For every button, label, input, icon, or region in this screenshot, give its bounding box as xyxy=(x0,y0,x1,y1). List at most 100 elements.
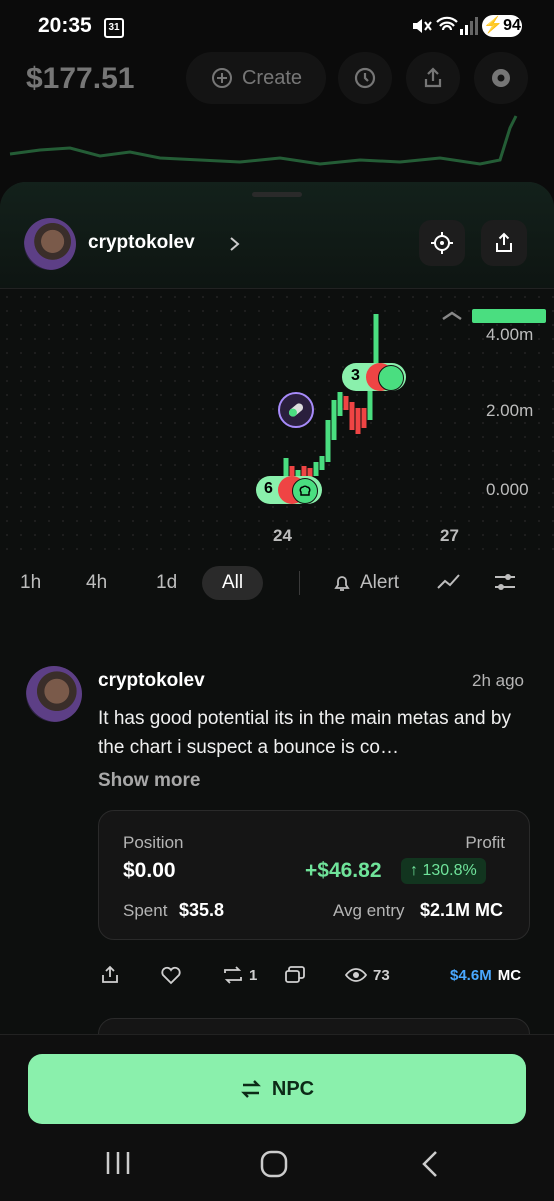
candle xyxy=(343,396,349,410)
history-button[interactable] xyxy=(338,52,392,104)
timeframe-1h[interactable]: 1h xyxy=(20,566,41,600)
show-more-link[interactable]: Show more xyxy=(98,770,200,792)
market-cap-label: MC xyxy=(497,966,522,984)
chevron-right-icon[interactable] xyxy=(228,235,242,253)
eye-icon xyxy=(344,968,368,982)
candle xyxy=(325,420,331,462)
alert-button[interactable]: Alert xyxy=(332,566,399,600)
status-bar: 20:35 31 ⚡94 xyxy=(0,0,554,52)
buy-dot xyxy=(378,365,404,391)
like-button[interactable] xyxy=(160,962,182,988)
repost-button[interactable]: 1 xyxy=(222,962,257,988)
mute-icon xyxy=(413,19,432,33)
balance: $177.51 xyxy=(26,62,135,95)
share-icon xyxy=(102,965,118,983)
crosshair-icon xyxy=(431,232,453,254)
history-icon xyxy=(354,67,376,89)
views-count: 73 xyxy=(373,966,390,984)
calendar-icon: 31 xyxy=(104,18,124,38)
timeframe-all[interactable]: All xyxy=(202,566,264,600)
profit-percent-badge: ↑ 130.8% xyxy=(401,858,486,884)
share-profile-button[interactable] xyxy=(481,220,527,266)
chef-hat-icon xyxy=(292,478,318,504)
top-app-bar: $177.51 Create xyxy=(0,52,554,182)
back-icon[interactable] xyxy=(420,1150,440,1178)
candle xyxy=(349,402,355,430)
post-time: 2h ago xyxy=(472,671,524,690)
line-chart-icon[interactable] xyxy=(436,570,462,594)
alert-label: Alert xyxy=(360,572,400,593)
avg-entry-label: Avg entry xyxy=(333,901,405,920)
candle xyxy=(313,462,319,476)
share-top-button[interactable] xyxy=(406,52,460,104)
candle xyxy=(331,400,337,440)
position-card[interactable]: Position $0.00 Profit +$46.82 ↑ 130.8% S… xyxy=(98,810,530,940)
timeframe-4h[interactable]: 4h xyxy=(86,566,107,600)
plus-circle-icon xyxy=(211,68,232,88)
candle xyxy=(337,392,343,416)
share-icon xyxy=(424,67,442,88)
gear-icon xyxy=(492,69,510,87)
x-axis-label: 24 xyxy=(273,526,292,545)
candle xyxy=(361,408,367,428)
repost-count: 1 xyxy=(249,966,258,984)
create-label: Create xyxy=(241,66,303,89)
recent-apps-icon[interactable] xyxy=(104,1150,132,1176)
settings-button[interactable] xyxy=(474,52,528,104)
track-button[interactable] xyxy=(419,220,465,266)
y-axis-label: 2.00m xyxy=(486,401,534,420)
signal-icon xyxy=(460,17,478,35)
spent-label: Spent xyxy=(123,901,168,920)
heart-icon xyxy=(161,966,181,985)
current-price-tag xyxy=(472,309,546,323)
trade-button[interactable]: NPC xyxy=(28,1054,526,1124)
x-axis-label: 27 xyxy=(440,526,459,545)
divider xyxy=(299,571,300,595)
repost-icon xyxy=(224,966,242,984)
market-cap[interactable]: $4.6M MC xyxy=(450,962,521,988)
avg-entry-value: $2.1M MC xyxy=(420,900,504,920)
profit-value: +$46.82 xyxy=(305,859,382,882)
market-cap-value: $4.6M xyxy=(450,966,492,984)
candles xyxy=(283,314,379,486)
wifi-icon xyxy=(436,16,458,31)
y-axis-label: 0.000 xyxy=(486,480,529,499)
swap-icon xyxy=(240,1080,261,1098)
views-indicator: 73 xyxy=(344,962,390,988)
buy-sell-marker-top[interactable]: 3 xyxy=(342,363,406,391)
share-post-button[interactable] xyxy=(100,962,120,988)
timeframe-1d[interactable]: 1d xyxy=(156,566,177,600)
candle xyxy=(355,408,361,434)
candle xyxy=(283,458,289,478)
comment-icon xyxy=(285,966,305,983)
trade-button-label: NPC xyxy=(271,1077,315,1100)
sliders-icon[interactable] xyxy=(493,570,517,594)
position-label: Position xyxy=(123,833,184,852)
marker-count: 3 xyxy=(351,367,360,384)
pill-marker[interactable] xyxy=(278,392,314,428)
chevron-up-icon[interactable] xyxy=(440,310,464,322)
candle xyxy=(319,456,325,470)
balance-sparkline xyxy=(9,115,518,166)
candle xyxy=(367,390,373,420)
home-icon[interactable] xyxy=(260,1150,288,1178)
share-icon xyxy=(496,232,512,252)
create-button[interactable]: Create xyxy=(186,52,326,104)
sheet-header xyxy=(0,182,554,289)
spent-value: $35.8 xyxy=(179,900,225,920)
status-time: 20:35 xyxy=(38,14,92,37)
marker-count: 6 xyxy=(264,480,273,497)
buy-sell-marker-bottom[interactable]: 6 xyxy=(256,476,322,504)
battery-level: 94 xyxy=(503,17,521,34)
profit-label: Profit xyxy=(465,833,505,852)
comment-button[interactable] xyxy=(284,962,306,988)
sheet-grabber[interactable] xyxy=(252,192,302,197)
profile-avatar[interactable] xyxy=(24,218,76,270)
bell-icon xyxy=(334,576,350,591)
profile-username[interactable]: cryptokolev xyxy=(88,232,195,254)
post-avatar[interactable] xyxy=(26,666,82,722)
y-axis-label: 4.00m xyxy=(486,325,534,344)
post-text: It has good potential its in the main me… xyxy=(98,708,511,758)
post-username[interactable]: cryptokolev xyxy=(98,670,205,692)
pill-icon xyxy=(288,403,304,417)
